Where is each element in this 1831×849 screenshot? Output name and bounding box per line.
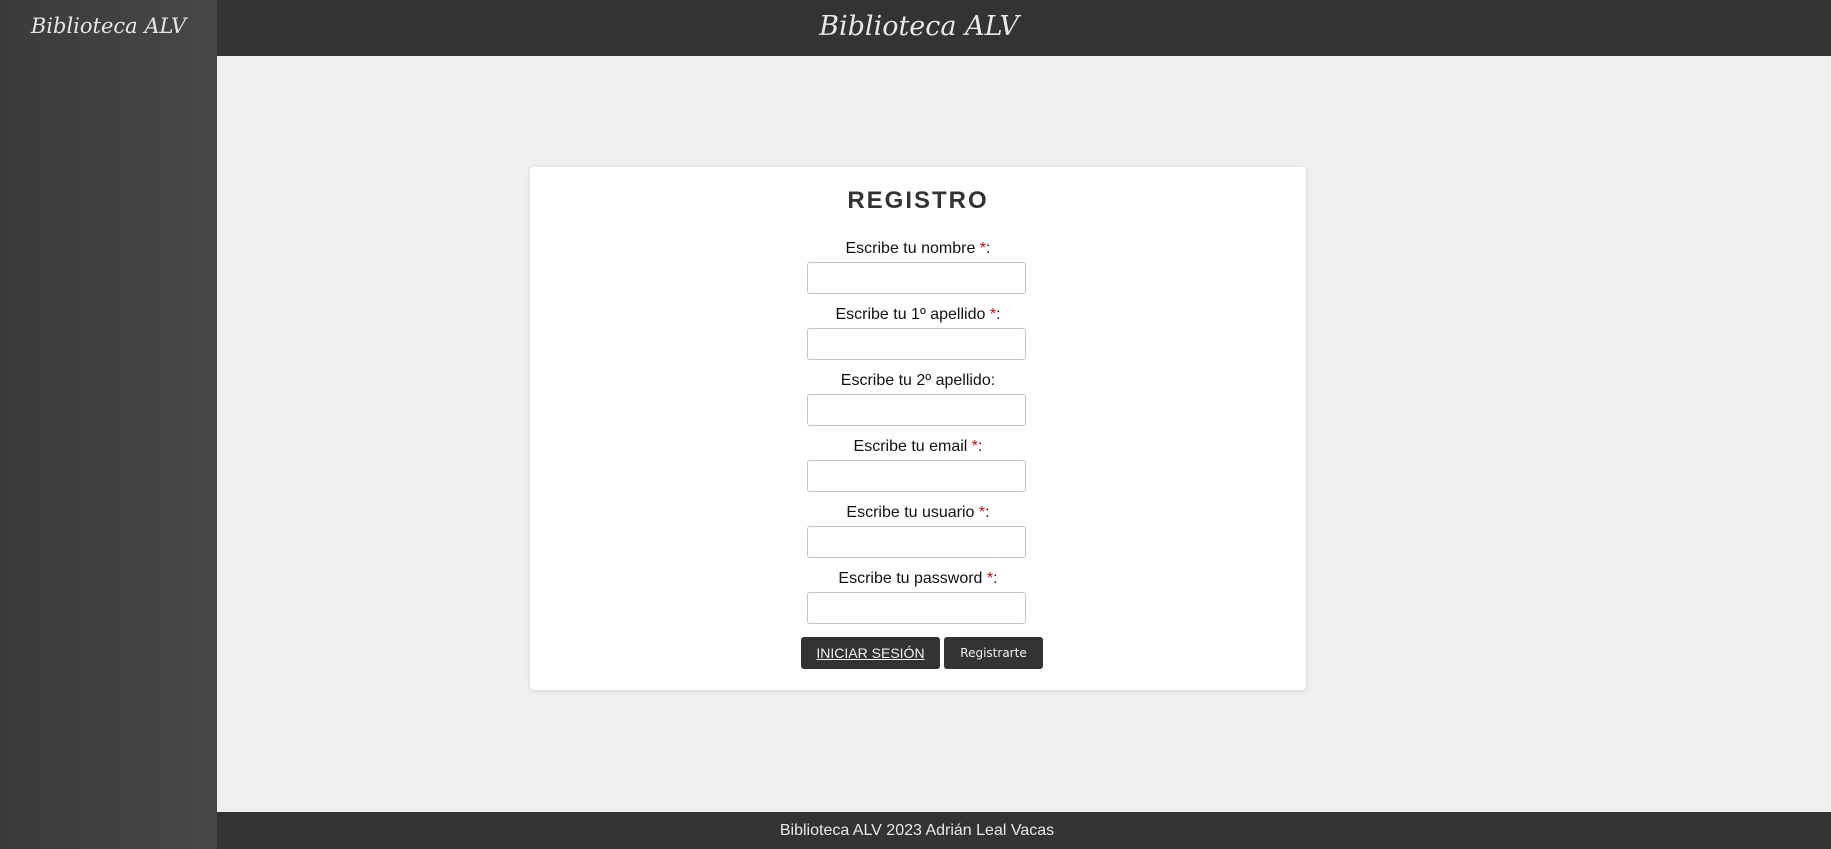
- field-label-password: Escribe tu password *:: [838, 570, 998, 587]
- field-label-apellido1: Escribe tu 1º apellido *:: [835, 306, 1001, 323]
- password-input[interactable]: [807, 592, 1026, 624]
- footer: Biblioteca ALV 2023 Adrián Leal Vacas: [217, 812, 1831, 849]
- field-label-email: Escribe tu email *:: [853, 438, 983, 455]
- required-marker: *: [986, 570, 994, 587]
- field-label-nombre: Escribe tu nombre *:: [845, 240, 991, 257]
- usuario-input[interactable]: [807, 526, 1026, 558]
- field-label-usuario: Escribe tu usuario *:: [846, 504, 990, 521]
- email-input[interactable]: [807, 460, 1026, 492]
- register-card: REGISTRO Escribe tu nombre *: Escribe tu…: [530, 167, 1306, 690]
- page-title: REGISTRO: [847, 187, 989, 214]
- login-button[interactable]: INICIAR SESIÓN: [801, 637, 940, 669]
- site-title: Biblioteca ALV: [819, 11, 1019, 42]
- register-button[interactable]: Registrarte: [944, 637, 1043, 669]
- apellido1-input[interactable]: [807, 328, 1026, 360]
- required-marker: *: [979, 240, 987, 257]
- main-content: REGISTRO Escribe tu nombre *: Escribe tu…: [217, 56, 1831, 812]
- field-label-apellido2: Escribe tu 2º apellido:: [840, 372, 996, 389]
- nombre-input[interactable]: [807, 262, 1026, 294]
- apellido2-input[interactable]: [807, 394, 1026, 426]
- footer-text: Biblioteca ALV 2023 Adrián Leal Vacas: [779, 822, 1055, 839]
- sidebar: Biblioteca ALV: [0, 0, 217, 849]
- header: Biblioteca ALV: [217, 0, 1831, 56]
- sidebar-logo[interactable]: Biblioteca ALV: [0, 14, 217, 38]
- required-marker: *: [971, 438, 979, 455]
- required-marker: *: [978, 504, 986, 521]
- required-marker: *: [989, 306, 997, 323]
